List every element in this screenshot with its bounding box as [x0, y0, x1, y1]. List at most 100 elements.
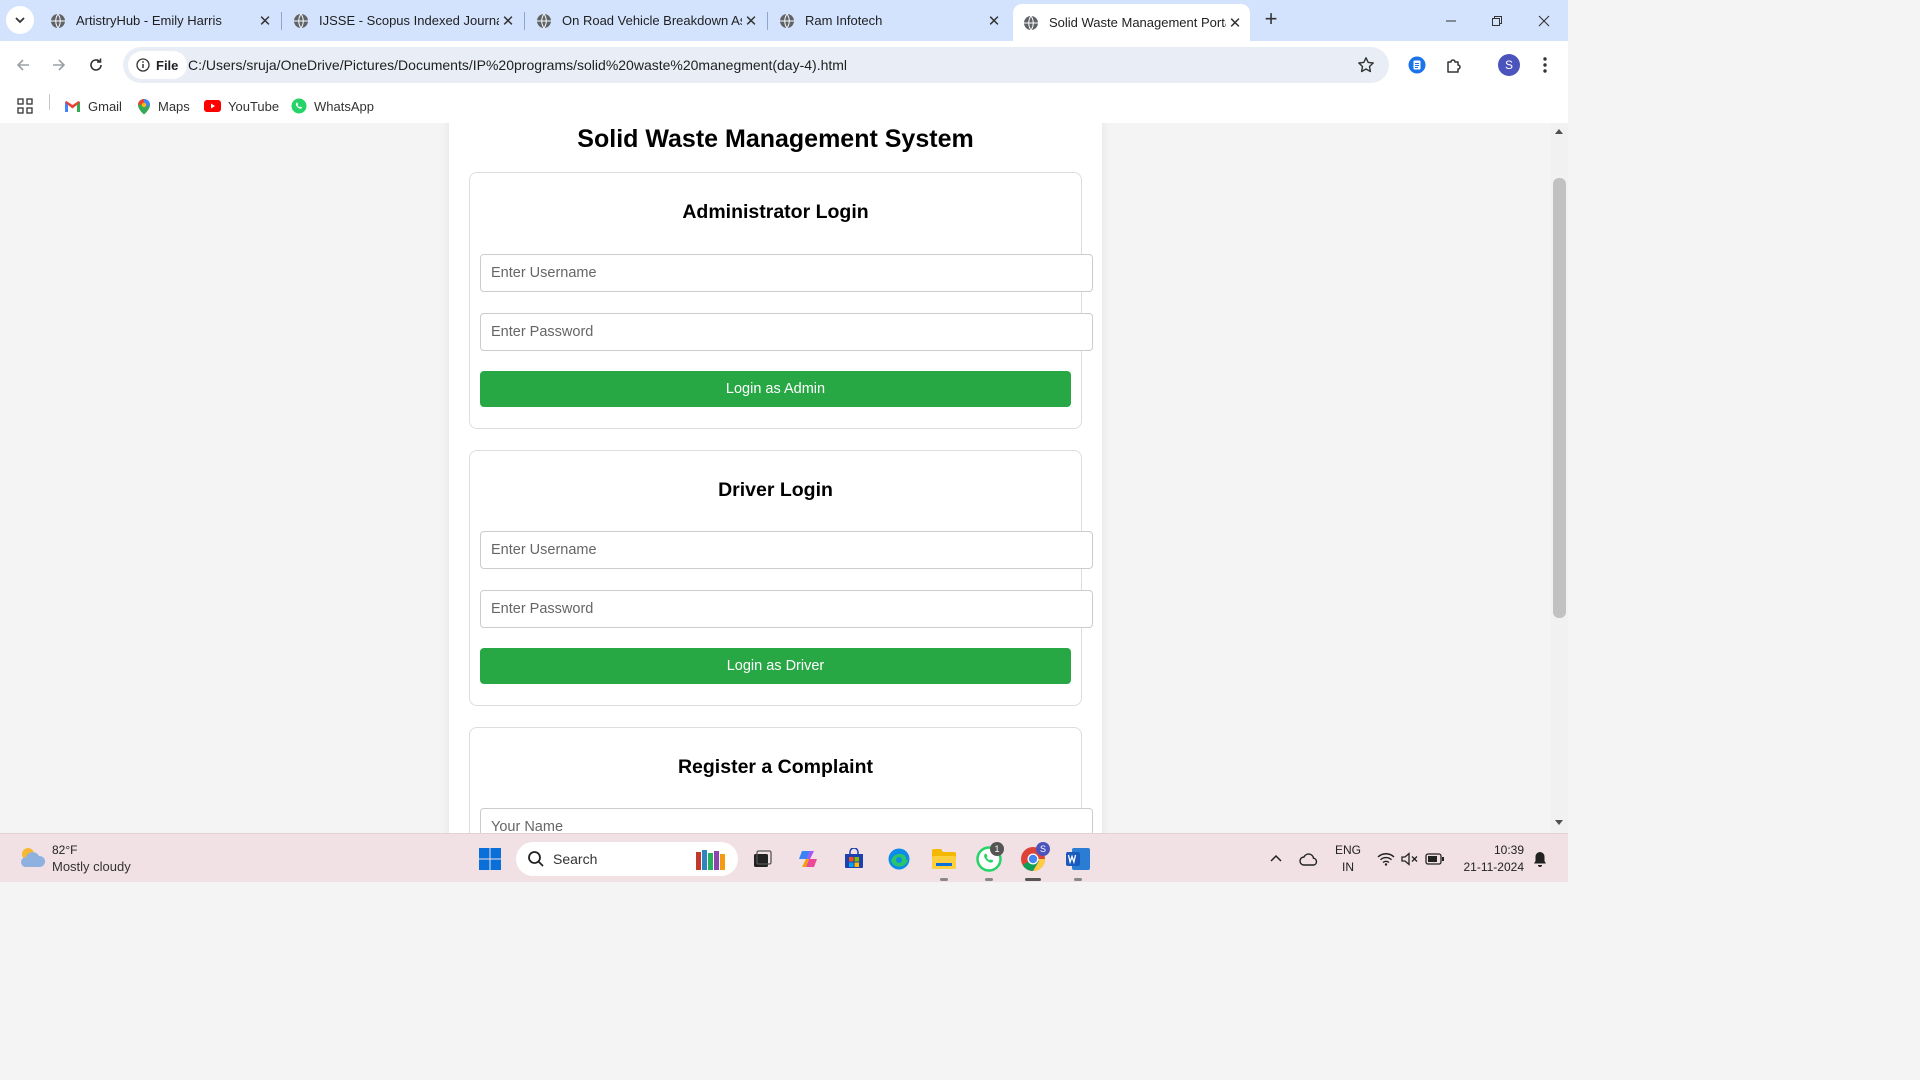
driver-password-input[interactable]	[480, 590, 1093, 628]
complaint-name-input[interactable]	[480, 808, 1093, 833]
store-icon	[845, 848, 863, 868]
tab-title: On Road Vehicle Breakdown Assistance	[562, 13, 742, 28]
scroll-down-icon[interactable]	[1555, 820, 1563, 825]
close-icon	[1538, 15, 1550, 26]
bookmark-star-icon[interactable]	[1357, 56, 1375, 74]
whatsapp-notification-badge: 1	[990, 842, 1004, 856]
minimize-button[interactable]	[1428, 0, 1474, 41]
edge-icon	[888, 848, 910, 870]
file-explorer-app[interactable]	[928, 843, 960, 875]
close-tab-icon[interactable]: ✕	[985, 12, 1003, 30]
scroll-up-icon[interactable]	[1555, 129, 1563, 134]
search-highlight-books-icon	[696, 850, 725, 870]
start-button[interactable]	[474, 843, 506, 875]
extension-doc-icon	[1408, 56, 1426, 74]
extensions-menu-button[interactable]	[1441, 52, 1467, 78]
word-icon	[1066, 848, 1090, 870]
driver-login-card: Driver Login Login as Driver	[469, 450, 1093, 706]
bookmarks-divider	[49, 94, 50, 110]
profile-avatar[interactable]: S	[1498, 54, 1520, 76]
login-as-admin-button[interactable]: Login as Admin	[480, 371, 1071, 407]
close-tab-icon[interactable]: ✕	[499, 12, 517, 30]
wifi-icon	[1377, 853, 1395, 866]
close-window-button[interactable]	[1521, 0, 1567, 41]
address-bar[interactable]: File C:/Users/sruja/OneDrive/Pictures/Do…	[123, 47, 1389, 83]
tab-artistryhub[interactable]: ArtistryHub - Emily Harris ✕	[40, 0, 280, 41]
bookmark-maps[interactable]: Maps	[137, 95, 190, 117]
reload-icon	[90, 58, 102, 71]
language-region: IN	[1342, 860, 1354, 874]
bookmark-whatsapp[interactable]: WhatsApp	[291, 95, 374, 117]
onedrive-button[interactable]	[1293, 843, 1325, 875]
scrollbar-thumb[interactable]	[1553, 178, 1566, 618]
tab-vehicle-breakdown[interactable]: On Road Vehicle Breakdown Assistance ✕	[526, 0, 766, 41]
copilot-app[interactable]	[792, 843, 824, 875]
info-icon	[136, 58, 150, 72]
bookmark-youtube[interactable]: YouTube	[204, 95, 279, 117]
tab-title: Ram Infotech	[805, 13, 883, 28]
driver-login-heading: Driver Login	[718, 479, 833, 501]
clock-date: 21-11-2024	[1463, 860, 1525, 874]
active-indicator	[1025, 878, 1041, 881]
close-tab-icon[interactable]: ✕	[742, 12, 760, 30]
new-tab-button[interactable]: +	[1259, 8, 1283, 32]
more-vertical-icon	[1543, 57, 1547, 73]
chevron-down-icon	[15, 17, 25, 24]
browser-toolbar: File C:/Users/sruja/OneDrive/Pictures/Do…	[0, 41, 1568, 88]
apps-button[interactable]	[17, 95, 40, 117]
whatsapp-icon	[291, 98, 307, 114]
globe-icon	[294, 13, 308, 28]
url-text[interactable]: C:/Users/sruja/OneDrive/Pictures/Documen…	[188, 47, 847, 83]
bell-icon	[1534, 852, 1546, 867]
gmail-icon	[65, 100, 80, 112]
close-tab-icon[interactable]: ✕	[256, 12, 274, 30]
language-indicator[interactable]: ENG	[1334, 843, 1362, 857]
admin-password-input[interactable]	[480, 313, 1093, 351]
tab-ram-infotech[interactable]: Ram Infotech ✕	[769, 0, 1009, 41]
complaint-card: Register a Complaint	[469, 727, 1093, 833]
browser-menu-button[interactable]	[1532, 52, 1558, 78]
bookmark-gmail[interactable]: Gmail	[64, 95, 122, 117]
chrome-profile-badge: S	[1036, 842, 1050, 856]
reload-button[interactable]	[83, 52, 109, 78]
restore-button[interactable]	[1474, 0, 1520, 41]
show-hidden-icons-button[interactable]	[1260, 843, 1292, 875]
forward-button[interactable]	[46, 52, 72, 78]
tab-divider	[281, 12, 282, 30]
globe-icon	[780, 13, 794, 28]
tab-divider	[767, 12, 768, 30]
battery-button[interactable]	[1419, 843, 1451, 875]
complaint-heading: Register a Complaint	[677, 756, 874, 778]
driver-username-input[interactable]	[480, 531, 1093, 569]
login-as-driver-button[interactable]: Login as Driver	[480, 648, 1071, 684]
page-title: Solid Waste Management System	[577, 125, 974, 153]
weather-widget[interactable]	[17, 845, 47, 876]
extension-button[interactable]	[1404, 52, 1430, 78]
admin-login-heading: Administrator Login	[682, 201, 869, 223]
task-view-button[interactable]	[746, 843, 778, 875]
bookmark-label: WhatsApp	[314, 98, 374, 114]
tab-ijsse[interactable]: IJSSE - Scopus Indexed Journal ✕	[283, 0, 523, 41]
page-scrollbar[interactable]	[1551, 123, 1568, 833]
close-tab-icon[interactable]: ✕	[1226, 14, 1244, 32]
admin-username-input[interactable]	[480, 254, 1093, 292]
back-button[interactable]	[10, 52, 36, 78]
tab-search-button[interactable]	[6, 6, 34, 34]
bookmark-label: Gmail	[88, 98, 122, 114]
word-app[interactable]	[1062, 843, 1094, 875]
site-info-chip[interactable]: File	[128, 51, 188, 79]
volume-muted-icon	[1401, 852, 1418, 866]
taskbar: 82°F Mostly cloudy Search 1 S ENG IN 10:…	[0, 833, 1568, 882]
tab-divider	[524, 12, 525, 30]
clock-time[interactable]: 10:39	[1456, 843, 1526, 857]
tab-solid-waste[interactable]: Solid Waste Management Portal ✕	[1013, 4, 1250, 41]
search-icon	[528, 851, 544, 867]
microsoft-store-app[interactable]	[838, 843, 870, 875]
edge-app[interactable]	[883, 843, 915, 875]
task-view-icon	[754, 850, 772, 867]
taskbar-search[interactable]: Search	[516, 842, 738, 876]
main-container: Solid Waste Management System Administra…	[449, 123, 1102, 833]
onedrive-cloud-icon	[1299, 853, 1318, 866]
tab-title: Solid Waste Management Portal	[1049, 15, 1226, 30]
notifications-button[interactable]	[1524, 843, 1556, 875]
